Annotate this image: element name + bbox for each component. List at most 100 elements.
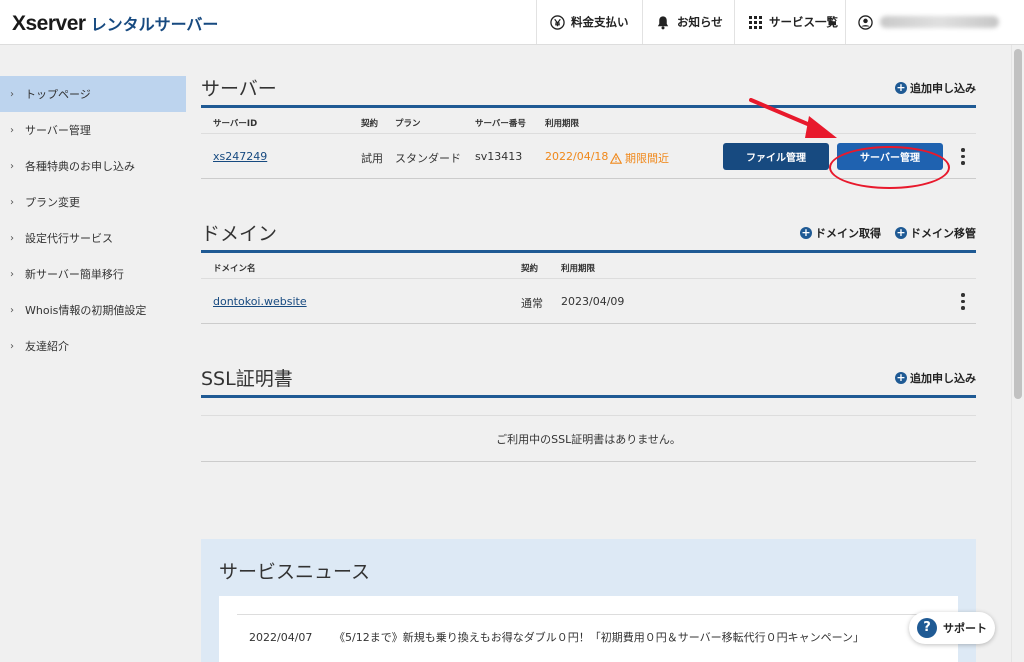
main-content: サーバー + 追加申し込み サーバーID 契約 プラン サーバー番号 利用期限 x… bbox=[201, 45, 976, 462]
grid-icon bbox=[747, 14, 763, 30]
news-title: サービスニュース bbox=[219, 561, 371, 583]
chevron-right-icon: › bbox=[10, 160, 14, 172]
support-button[interactable]: ? サポート bbox=[909, 612, 995, 644]
server-table-header: サーバーID 契約 プラン サーバー番号 利用期限 bbox=[201, 108, 976, 134]
server-id-link[interactable]: xs247249 bbox=[213, 150, 267, 163]
question-icon: ? bbox=[917, 618, 937, 638]
news-text: 《5/12まで》新規も乗り換えもお得なダブル０円！「初期費用０円＆サーバー移転代… bbox=[334, 631, 865, 644]
server-plan: スタンダード bbox=[395, 152, 461, 165]
sidebar-item-label: 友達紹介 bbox=[25, 340, 69, 353]
support-label: サポート bbox=[943, 622, 987, 635]
plus-circle-icon: + bbox=[895, 225, 907, 239]
domain-expiry: 2023/04/09 bbox=[561, 295, 625, 308]
news-date: 2022/04/07 bbox=[249, 630, 313, 644]
sidebar-item-plan-change[interactable]: › プラン変更 bbox=[0, 184, 186, 220]
logo-sub: レンタルサーバー bbox=[90, 15, 219, 34]
chevron-right-icon: › bbox=[10, 196, 14, 208]
more-options-icon[interactable] bbox=[960, 148, 966, 165]
col-expiry: 利用期限 bbox=[545, 119, 580, 129]
sidebar-item-server-management[interactable]: › サーバー管理 bbox=[0, 112, 186, 148]
chevron-right-icon: › bbox=[10, 88, 14, 100]
plus-circle-icon: + bbox=[800, 225, 812, 239]
server-add-link[interactable]: + 追加申し込み bbox=[895, 80, 976, 96]
ssl-empty-message: ご利用中のSSL証明書はありません。 bbox=[201, 416, 976, 462]
ssl-add-link[interactable]: + 追加申し込み bbox=[895, 370, 976, 386]
top-header: Xserver レンタルサーバー 料金支払い お知らせ サービス一覧 bbox=[0, 0, 1024, 45]
sidebar-item-label: 設定代行サービス bbox=[25, 232, 113, 245]
sidebar-item-migration[interactable]: › 新サーバー簡単移行 bbox=[0, 256, 186, 292]
expiry-warning: 期限間近 bbox=[610, 150, 669, 166]
nav-account[interactable] bbox=[845, 0, 1011, 44]
sidebar-item-label: Whois情報の初期値設定 bbox=[25, 304, 147, 317]
account-name-redacted bbox=[879, 16, 999, 28]
sidebar-item-top[interactable]: › トップページ bbox=[0, 76, 186, 112]
sidebar-item-label: サーバー管理 bbox=[25, 124, 91, 137]
nav-payment[interactable]: 料金支払い bbox=[536, 0, 641, 44]
col-contract: 契約 bbox=[361, 119, 379, 129]
domain-title-row: ドメイン + ドメイン取得 + ドメイン移管 bbox=[201, 215, 976, 253]
chevron-right-icon: › bbox=[10, 304, 14, 316]
chevron-right-icon: › bbox=[10, 124, 14, 136]
col-plan: プラン bbox=[395, 119, 421, 129]
nav-news[interactable]: お知らせ bbox=[642, 0, 735, 44]
user-icon bbox=[858, 14, 874, 30]
sidebar-item-referral[interactable]: › 友達紹介 bbox=[0, 328, 186, 364]
scrollbar[interactable] bbox=[1011, 45, 1024, 662]
red-arrow-annotation bbox=[749, 98, 837, 138]
nav-payment-label: 料金支払い bbox=[571, 15, 629, 29]
service-news: サービスニュース 2022/04/07 《5/12まで》新規も乗り換えもお得なダ… bbox=[201, 539, 976, 662]
sidebar-item-whois[interactable]: › Whois情報の初期値設定 bbox=[0, 292, 186, 328]
nav-news-label: お知らせ bbox=[677, 15, 723, 29]
nav-services[interactable]: サービス一覧 bbox=[734, 0, 850, 44]
sidebar-item-label: トップページ bbox=[25, 88, 91, 101]
domain-get-link[interactable]: + ドメイン取得 bbox=[800, 225, 881, 241]
sidebar: › トップページ › サーバー管理 › 各種特典のお申し込み › プラン変更 › 設定代行… bbox=[0, 76, 186, 364]
scrollbar-thumb[interactable] bbox=[1014, 49, 1022, 399]
server-expiry: 2022/04/18 bbox=[545, 150, 609, 163]
domain-transfer-label: ドメイン移管 bbox=[910, 226, 976, 240]
domain-contract: 通常 bbox=[521, 297, 543, 310]
domain-section: ドメイン + ドメイン取得 + ドメイン移管 ドメイン名 契約 利用期限 donto… bbox=[201, 215, 976, 324]
more-options-icon[interactable] bbox=[960, 293, 966, 310]
ssl-header-spacer bbox=[201, 398, 976, 416]
list-item[interactable]: 2022/04/07 《5/12まで》新規も乗り換えもお得なダブル０円！「初期費… bbox=[237, 614, 940, 659]
sidebar-item-benefits[interactable]: › 各種特典のお申し込み bbox=[0, 148, 186, 184]
bell-icon bbox=[655, 14, 671, 30]
logo-main: Xserver bbox=[12, 12, 86, 35]
ssl-section: SSL証明書 + 追加申し込み ご利用中のSSL証明書はありません。 bbox=[201, 360, 976, 462]
warning-icon bbox=[610, 152, 622, 164]
server-section-title: サーバー bbox=[201, 78, 277, 100]
server-add-label: 追加申し込み bbox=[910, 81, 976, 95]
ssl-section-title: SSL証明書 bbox=[201, 368, 293, 390]
plus-circle-icon: + bbox=[895, 370, 907, 384]
nav-services-label: サービス一覧 bbox=[769, 15, 838, 29]
chevron-right-icon: › bbox=[10, 232, 14, 244]
domain-table-header: ドメイン名 契約 利用期限 bbox=[201, 253, 976, 279]
col-server-number: サーバー番号 bbox=[475, 119, 526, 129]
col-domain-contract: 契約 bbox=[521, 264, 539, 274]
warning-label: 期限間近 bbox=[625, 152, 669, 165]
chevron-right-icon: › bbox=[10, 268, 14, 280]
domain-get-label: ドメイン取得 bbox=[815, 226, 881, 240]
server-number: sv13413 bbox=[475, 150, 523, 163]
sidebar-item-label: 各種特典のお申し込み bbox=[25, 160, 135, 173]
sidebar-item-label: 新サーバー簡単移行 bbox=[25, 268, 124, 281]
plus-circle-icon: + bbox=[895, 80, 907, 94]
domain-transfer-link[interactable]: + ドメイン移管 bbox=[895, 225, 976, 241]
yen-icon bbox=[549, 14, 565, 30]
news-list: 2022/04/07 《5/12まで》新規も乗り換えもお得なダブル０円！「初期費… bbox=[219, 596, 958, 662]
col-server-id: サーバーID bbox=[213, 119, 258, 129]
domain-section-title: ドメイン bbox=[201, 223, 278, 245]
domain-name-link[interactable]: dontokoi.website bbox=[213, 295, 307, 308]
ssl-title-row: SSL証明書 + 追加申し込み bbox=[201, 360, 976, 398]
col-domain-expiry: 利用期限 bbox=[561, 264, 596, 274]
sidebar-item-label: プラン変更 bbox=[25, 196, 80, 209]
logo[interactable]: Xserver レンタルサーバー bbox=[12, 11, 218, 36]
red-circle-annotation bbox=[829, 146, 950, 189]
col-domain-name: ドメイン名 bbox=[213, 264, 256, 274]
server-title-row: サーバー + 追加申し込み bbox=[201, 70, 976, 108]
server-contract: 試用 bbox=[361, 152, 383, 165]
table-row: dontokoi.website 通常 2023/04/09 bbox=[201, 279, 976, 324]
sidebar-item-setup-service[interactable]: › 設定代行サービス bbox=[0, 220, 186, 256]
chevron-right-icon: › bbox=[10, 340, 14, 352]
